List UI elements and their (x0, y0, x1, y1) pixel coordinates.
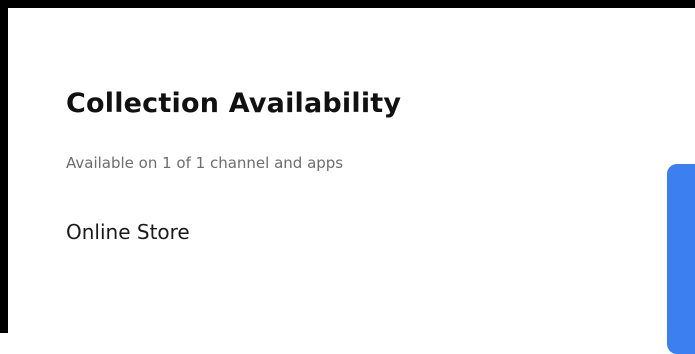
window-frame: Collection Availability Available on 1 o… (0, 0, 695, 333)
channel-item-online-store: Online Store (66, 220, 190, 244)
blue-action-button[interactable] (667, 164, 695, 354)
availability-card: Collection Availability Available on 1 o… (16, 16, 695, 333)
section-title: Collection Availability (66, 88, 402, 119)
availability-summary: Available on 1 of 1 channel and apps (66, 154, 344, 172)
